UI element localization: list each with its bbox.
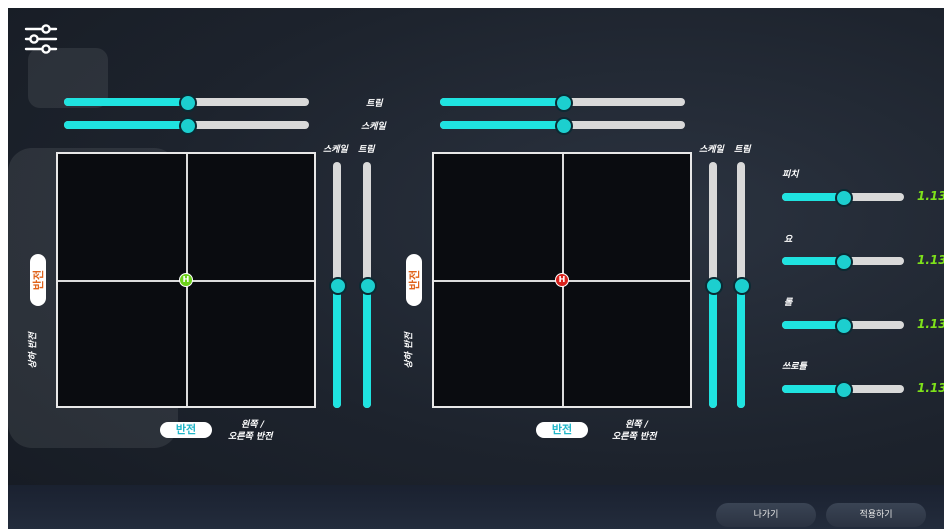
pitch-value: 1.13 <box>917 189 944 203</box>
left-scale-slider[interactable] <box>64 117 309 135</box>
slider-fill <box>440 121 563 129</box>
slider-knob[interactable] <box>835 381 853 399</box>
throttle-value: 1.13 <box>917 381 944 395</box>
right-stick-pad[interactable]: H <box>432 152 692 408</box>
left-vertical-invert-button[interactable]: 반전 <box>30 254 46 306</box>
slider-knob[interactable] <box>705 277 723 295</box>
slider-fill <box>64 121 187 129</box>
slider-fill <box>333 285 341 408</box>
left-vertical-trim-slider[interactable] <box>359 162 377 408</box>
right-left-right-invert-label-line2: 오른쪽 반전 <box>612 432 657 442</box>
yaw-value: 1.13 <box>917 253 944 267</box>
slider-knob[interactable] <box>733 277 751 295</box>
right-scale-slider[interactable] <box>440 117 685 135</box>
slider-fill <box>782 321 843 329</box>
left-trim-slider[interactable] <box>64 94 309 112</box>
scale-label: 스케일 <box>361 122 386 132</box>
throttle-slider[interactable] <box>782 381 904 399</box>
slider-knob[interactable] <box>554 117 573 135</box>
right-stick-home-marker[interactable]: H <box>555 273 569 287</box>
axis-label-throttle: 쓰로틀 <box>782 362 807 372</box>
right-horizontal-invert-button[interactable]: 반전 <box>536 422 588 438</box>
left-vertical-scale-slider[interactable] <box>329 162 347 408</box>
slider-fill <box>440 98 563 106</box>
left-stick-pad[interactable]: H <box>56 152 316 408</box>
right-trim-slider[interactable] <box>440 94 685 112</box>
left-vertical-trim-label: 트림 <box>358 145 375 155</box>
slider-fill <box>709 285 717 408</box>
slider-knob[interactable] <box>835 253 853 271</box>
left-direction-invert-label: 상하 반전 <box>28 332 39 369</box>
slider-knob[interactable] <box>554 94 573 112</box>
pitch-slider[interactable] <box>782 189 904 207</box>
apply-button[interactable]: 적용하기 <box>826 503 926 527</box>
yaw-slider[interactable] <box>782 253 904 271</box>
right-vertical-trim-slider[interactable] <box>733 162 751 408</box>
right-vertical-scale-slider[interactable] <box>705 162 723 408</box>
left-left-right-invert-label-line2: 오른쪽 반전 <box>228 432 273 442</box>
left-vertical-scale-label: 스케일 <box>323 145 348 155</box>
settings-sliders-icon[interactable] <box>24 22 58 56</box>
app-window: 트림 스케일 스케일 트림 H 반전 상하 반전 반전 왼쪽 / 오른쪽 반전 … <box>8 8 944 529</box>
invert-button-label: 반전 <box>32 269 45 291</box>
invert-button-label: 반전 <box>408 269 421 291</box>
trim-label: 트림 <box>366 99 383 109</box>
slider-knob[interactable] <box>178 94 197 112</box>
slider-fill <box>363 285 371 408</box>
slider-fill <box>737 285 745 408</box>
left-horizontal-invert-button[interactable]: 반전 <box>160 422 212 438</box>
right-direction-invert-label: 상하 반전 <box>404 332 415 369</box>
slider-knob[interactable] <box>359 277 377 295</box>
slider-knob[interactable] <box>329 277 347 295</box>
slider-knob[interactable] <box>178 117 197 135</box>
right-vertical-trim-label: 트림 <box>734 145 751 155</box>
roll-value: 1.13 <box>917 317 944 331</box>
right-vertical-invert-button[interactable]: 반전 <box>406 254 422 306</box>
axis-label-roll: 롤 <box>784 298 793 308</box>
right-vertical-scale-label: 스케일 <box>699 145 724 155</box>
left-stick-home-marker[interactable]: H <box>179 273 193 287</box>
slider-knob[interactable] <box>835 317 853 335</box>
slider-fill <box>782 193 843 201</box>
roll-slider[interactable] <box>782 317 904 335</box>
exit-button[interactable]: 나가기 <box>716 503 816 527</box>
axis-label-yaw: 요 <box>784 235 793 245</box>
slider-fill <box>782 257 843 265</box>
slider-fill <box>782 385 843 393</box>
slider-fill <box>64 98 187 106</box>
slider-knob[interactable] <box>835 189 853 207</box>
axis-label-pitch: 피치 <box>782 170 799 180</box>
